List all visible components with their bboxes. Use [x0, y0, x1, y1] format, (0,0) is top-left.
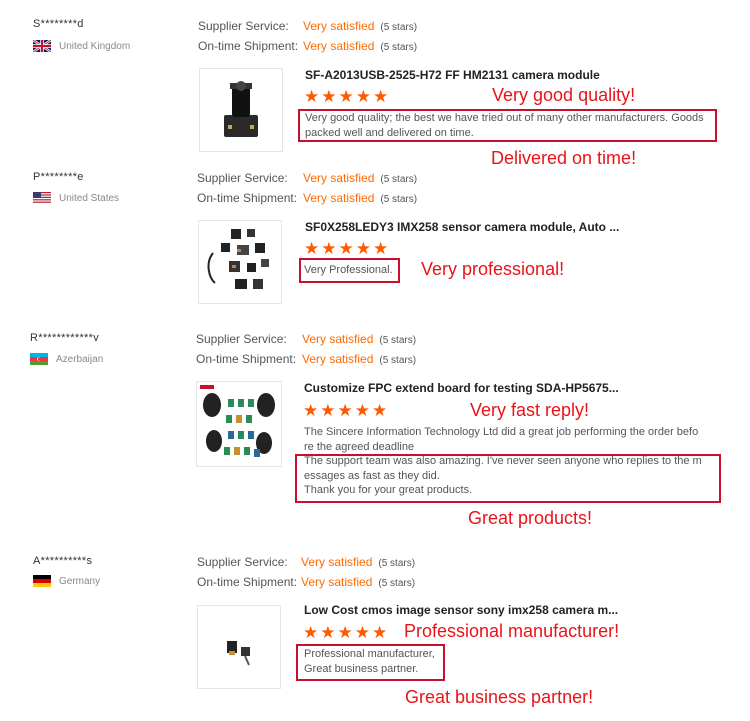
- fpc-boards-image: [200, 385, 275, 457]
- annotation-very-good-quality: Very good quality!: [492, 85, 636, 105]
- review-stars: ★★★★★: [303, 401, 390, 420]
- comment-line: The Sincere Information Technology Ltd d…: [304, 426, 699, 438]
- on-time-shipment-rating: Very satisfied (5 stars): [303, 39, 417, 53]
- on-time-shipment-label: On-time Shipment:: [197, 575, 298, 589]
- product-thumbnail[interactable]: [197, 605, 281, 689]
- product-thumbnail[interactable]: [199, 68, 283, 152]
- on-time-shipment-rating: Very satisfied (5 stars): [303, 191, 417, 205]
- comment-line: Professional manufacturer,: [304, 648, 435, 660]
- review-comment: Very good quality; the best we have trie…: [305, 111, 725, 140]
- comment-line: Very Professional.: [304, 264, 393, 276]
- comment-line: re the agreed deadline: [304, 440, 415, 453]
- comment-line: Very good quality; the best we have trie…: [305, 112, 704, 124]
- reviewer-country: United Kingdom: [33, 40, 130, 52]
- rating-text: Very satisfied: [302, 352, 374, 366]
- annotation-great-business-partner: Great business partner!: [405, 687, 594, 707]
- rating-text: Very satisfied: [303, 191, 375, 205]
- review-card: P********e United States Supplier Servic…: [0, 165, 750, 315]
- rating-note: (5 stars): [378, 558, 416, 569]
- on-time-shipment-label: On-time Shipment:: [198, 39, 299, 53]
- annotation-very-professional: Very professional!: [421, 259, 565, 279]
- rating-text: Very satisfied: [302, 332, 374, 346]
- rating-note: (5 stars): [380, 174, 418, 185]
- country-name: Germany: [59, 575, 101, 587]
- on-time-shipment-label: On-time Shipment:: [196, 352, 297, 366]
- product-title[interactable]: SF-A2013USB-2525-H72 FF HM2131 camera mo…: [305, 68, 600, 82]
- supplier-service-label: Supplier Service:: [197, 171, 288, 185]
- annotation-very-fast-reply: Very fast reply!: [470, 400, 590, 420]
- comment-line: Great business partner.: [304, 662, 419, 675]
- azerbaijan-flag-icon: [30, 353, 48, 365]
- reviewer-name: R************v: [30, 332, 100, 344]
- review-comment: Professional manufacturer, Great busines…: [304, 647, 444, 676]
- review-card: A**********s Germany Supplier Service: V…: [0, 548, 750, 721]
- country-name: Azerbaijan: [56, 353, 104, 365]
- supplier-service-label: Supplier Service:: [196, 332, 287, 346]
- rating-text: Very satisfied: [301, 575, 373, 589]
- country-name: United Kingdom: [59, 40, 131, 52]
- comment-line: packed well and delivered on time.: [305, 126, 474, 139]
- on-time-shipment-label: On-time Shipment:: [197, 191, 298, 205]
- product-thumbnail[interactable]: [198, 220, 282, 304]
- supplier-service-rating: Very satisfied (5 stars): [301, 555, 415, 569]
- supplier-service-label: Supplier Service:: [198, 19, 289, 33]
- rating-text: Very satisfied: [301, 555, 373, 569]
- review-card: R************v Azerbaijan Supplier Servi…: [0, 325, 750, 540]
- product-thumbnail[interactable]: [196, 381, 282, 467]
- rating-note: (5 stars): [380, 22, 418, 33]
- rating-note: (5 stars): [378, 578, 416, 589]
- rating-note: (5 stars): [380, 42, 418, 53]
- sensor-modules-image: [207, 229, 269, 289]
- cmos-sensor-image: [227, 641, 250, 666]
- product-title[interactable]: Low Cost cmos image sensor sony imx258 c…: [304, 603, 618, 617]
- product-title[interactable]: SF0X258LEDY3 IMX258 sensor camera module…: [305, 220, 619, 234]
- us-flag-icon: [33, 192, 51, 204]
- reviewer-country: United States: [33, 192, 119, 204]
- supplier-service-rating: Very satisfied (5 stars): [303, 19, 417, 33]
- annotation-professional-manufacturer: Professional manufacturer!: [404, 621, 620, 641]
- on-time-shipment-rating: Very satisfied (5 stars): [301, 575, 415, 589]
- rating-note: (5 stars): [379, 335, 417, 346]
- comment-highlight-box: [295, 454, 721, 503]
- reviewer-name: A**********s: [33, 555, 93, 567]
- product-title[interactable]: Customize FPC extend board for testing S…: [304, 381, 619, 395]
- germany-flag-icon: [33, 575, 51, 587]
- rating-note: (5 stars): [380, 194, 418, 205]
- review-stars: ★★★★★: [304, 239, 391, 258]
- rating-text: Very satisfied: [303, 171, 375, 185]
- rating-text: Very satisfied: [303, 19, 375, 33]
- review-comment: Very Professional.: [304, 263, 404, 278]
- review-card: S********d United Kingdom Supplier Servi…: [0, 0, 750, 168]
- rating-note: (5 stars): [379, 355, 417, 366]
- supplier-service-rating: Very satisfied (5 stars): [303, 171, 417, 185]
- review-stars: ★★★★★: [303, 623, 390, 642]
- review-stars: ★★★★★: [304, 87, 391, 106]
- camera-module-image: [224, 81, 258, 137]
- reviewer-name: S********d: [33, 18, 84, 30]
- rating-text: Very satisfied: [303, 39, 375, 53]
- reviewer-country: Germany: [33, 575, 100, 587]
- supplier-service-label: Supplier Service:: [197, 555, 288, 569]
- reviewer-name: P********e: [33, 171, 84, 183]
- uk-flag-icon: [33, 40, 51, 52]
- on-time-shipment-rating: Very satisfied (5 stars): [302, 352, 416, 366]
- reviewer-country: Azerbaijan: [30, 353, 103, 365]
- annotation-great-products: Great products!: [468, 508, 593, 528]
- supplier-service-rating: Very satisfied (5 stars): [302, 332, 416, 346]
- country-name: United States: [59, 192, 120, 204]
